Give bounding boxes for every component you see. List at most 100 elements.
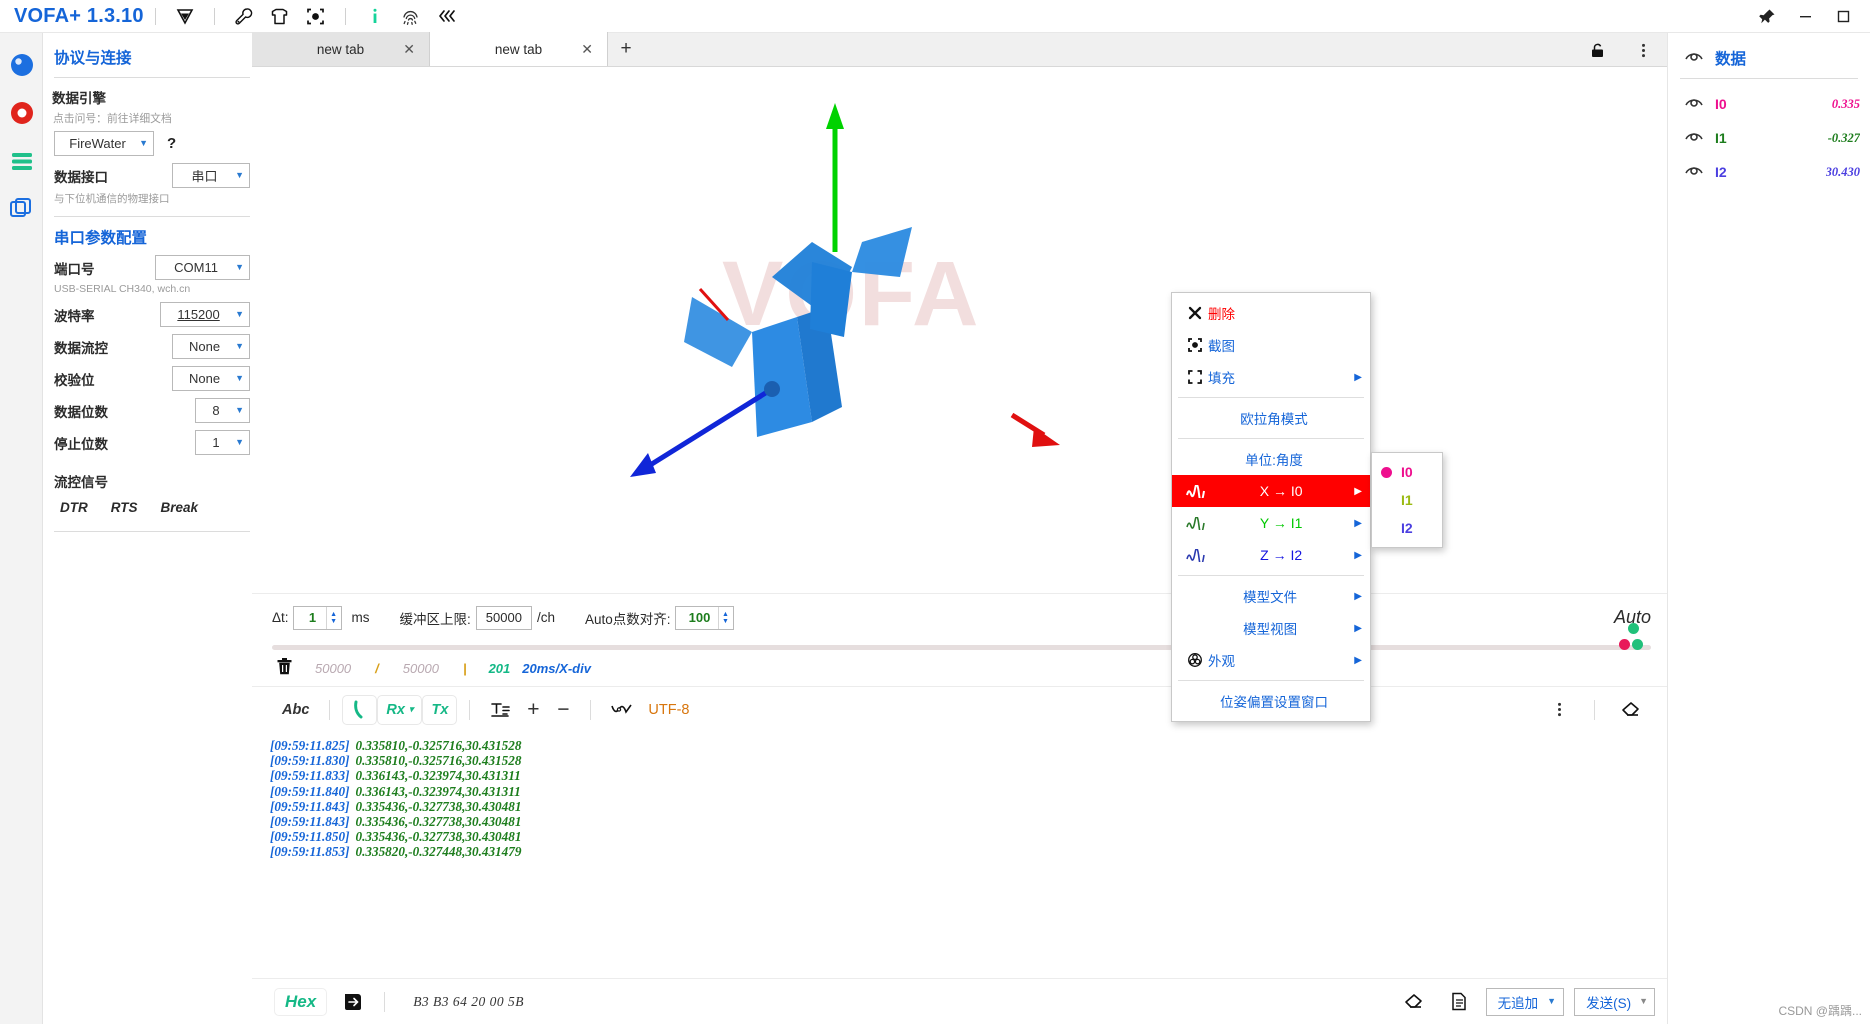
send-arrow-icon[interactable]: [335, 987, 372, 1017]
submenu-item-i0[interactable]: I0: [1372, 458, 1442, 486]
lock-open-icon[interactable]: [1584, 37, 1610, 63]
data-interface-select[interactable]: 串口 ▼: [172, 163, 250, 188]
collapse-left-icon[interactable]: [434, 3, 460, 29]
vofa-logo-icon[interactable]: [172, 3, 198, 29]
data-row-i1[interactable]: I1 -0.327: [1678, 121, 1860, 155]
3d-viewport[interactable]: VOFA: [252, 67, 1667, 593]
send-button[interactable]: 发送(S) ▼: [1574, 987, 1655, 1016]
abc-format-button[interactable]: Abc: [274, 695, 317, 725]
title-bar: VOFA+ 1.3.10: [0, 0, 1870, 33]
eraser-icon[interactable]: [1613, 695, 1649, 725]
menu-item-pose-offset-window[interactable]: 位姿偏置设置窗口: [1172, 685, 1370, 717]
close-icon[interactable]: ✕: [403, 41, 415, 58]
eye-icon[interactable]: [1684, 48, 1704, 68]
zoom-out-button[interactable]: −: [548, 695, 578, 725]
rx-button[interactable]: Rx ▾: [377, 694, 423, 725]
stopbits-select[interactable]: 1 ▼: [195, 430, 250, 455]
close-icon[interactable]: ✕: [581, 41, 593, 58]
buffer-slash: /: [375, 660, 379, 676]
eraser-icon[interactable]: [1396, 987, 1432, 1017]
break-button[interactable]: Break: [161, 500, 199, 515]
timeline-scrollbar[interactable]: [272, 623, 1651, 650]
zoom-in-button[interactable]: +: [518, 695, 548, 725]
flowcontrol-select[interactable]: None ▼: [172, 334, 250, 359]
eye-icon[interactable]: [1684, 128, 1704, 148]
data-engine-select[interactable]: FireWater ▼: [54, 131, 154, 156]
context-submenu[interactable]: I0 I1 I2: [1371, 452, 1443, 548]
eye-icon[interactable]: [1684, 94, 1704, 114]
channel-name: I2: [1715, 164, 1727, 180]
sidebar-item-record[interactable]: [0, 89, 43, 137]
more-vertical-icon[interactable]: [1630, 37, 1656, 63]
menu-item-z-mapping[interactable]: Z → I2 ▶: [1172, 539, 1370, 571]
wrench-icon[interactable]: [231, 3, 257, 29]
hex-mode-button[interactable]: Hex: [274, 987, 328, 1016]
port-select[interactable]: COM11 ▼: [155, 255, 250, 280]
eye-icon[interactable]: [1684, 162, 1704, 182]
sidebar-item-connection[interactable]: [0, 41, 43, 89]
stopbits-value: 1: [212, 435, 220, 450]
log-timestamp: [09:59:11.843]: [270, 813, 350, 829]
playback-dots[interactable]: [1611, 623, 1643, 653]
hex-data-input[interactable]: B3 B3 64 20 00 5B: [413, 994, 524, 1010]
maximize-icon[interactable]: [1824, 1, 1862, 31]
delta-t-stepper[interactable]: 1 ▲ ▼: [292, 605, 342, 630]
pin-icon[interactable]: [1748, 1, 1786, 31]
submenu-item-i1[interactable]: I1: [1372, 486, 1442, 514]
data-row-i2[interactable]: I2 30.430: [1678, 155, 1860, 189]
context-menu[interactable]: 删除 截图 填充 ▶ 欧拉角模式 单位:角度 X → I0 ▶ Y → I1 ▶…: [1171, 292, 1371, 722]
menu-item-screenshot[interactable]: 截图: [1172, 329, 1370, 361]
dtr-button[interactable]: DTR: [60, 500, 88, 515]
menu-item-y-mapping[interactable]: Y → I1 ▶: [1172, 507, 1370, 539]
menu-item-euler-mode[interactable]: 欧拉角模式: [1172, 402, 1370, 434]
databits-select[interactable]: 8 ▼: [195, 398, 250, 423]
buffer-total: 50000: [402, 660, 439, 676]
tx-button[interactable]: Tx: [422, 694, 458, 725]
menu-item-fill[interactable]: 填充 ▶: [1172, 361, 1370, 393]
tab-new-tab-2[interactable]: new tab ✕: [430, 32, 608, 66]
menu-item-model-view[interactable]: 模型视图 ▶: [1172, 612, 1370, 644]
menu-item-delete[interactable]: 删除: [1172, 297, 1370, 329]
icon-rail: [0, 33, 43, 1024]
divider: [1680, 78, 1858, 79]
text-format-icon[interactable]: [482, 695, 518, 725]
menu-item-unit-degree[interactable]: 单位:角度: [1172, 443, 1370, 475]
shirt-icon[interactable]: [267, 3, 293, 29]
sidebar-item-widgets[interactable]: [0, 137, 43, 185]
3d-model-render: [630, 103, 1060, 477]
divider: [1178, 575, 1364, 576]
play-dot-red-icon[interactable]: [1619, 639, 1630, 650]
play-dot-green2-icon[interactable]: [1632, 639, 1643, 650]
sidebar-item-layers[interactable]: [0, 185, 43, 233]
target-icon[interactable]: [303, 3, 329, 29]
fingerprint-icon[interactable]: [398, 3, 424, 29]
buffer-limit-input[interactable]: 50000: [475, 605, 532, 630]
tab-new-tab-1[interactable]: new tab ✕: [252, 32, 430, 66]
stepper-arrows-icon[interactable]: ▲ ▼: [325, 606, 341, 629]
data-row-i0[interactable]: I0 0.335: [1678, 87, 1860, 121]
play-dot-green-icon[interactable]: [1628, 623, 1639, 634]
submenu-item-i2[interactable]: I2: [1372, 514, 1442, 542]
document-icon[interactable]: [1442, 987, 1476, 1017]
menu-item-x-mapping[interactable]: X → I0 ▶: [1172, 475, 1370, 507]
encoding-button[interactable]: UTF-8: [640, 695, 697, 725]
log-line: [09:59:11.825] 0.335810,-0.325716,30.4315…: [270, 738, 1667, 753]
baudrate-select[interactable]: 115200 ▼: [160, 302, 250, 327]
more-vertical-icon[interactable]: [1543, 695, 1576, 725]
rts-button[interactable]: RTS: [111, 500, 138, 515]
terminal-log[interactable]: [09:59:11.825] 0.335810,-0.325716,30.4315…: [252, 732, 1667, 1000]
add-tab-button[interactable]: +: [608, 32, 644, 66]
help-question-button[interactable]: ?: [167, 135, 176, 152]
menu-item-label: X → I0: [1259, 483, 1303, 499]
trash-icon[interactable]: [276, 657, 293, 679]
stepper-arrows-icon[interactable]: ▲ ▼: [717, 606, 733, 629]
append-mode-select[interactable]: 无追加 ▼: [1485, 987, 1565, 1016]
minimize-icon[interactable]: [1786, 1, 1824, 31]
menu-item-model-file[interactable]: 模型文件 ▶: [1172, 580, 1370, 612]
wave-icon[interactable]: [603, 695, 640, 725]
menu-item-appearance[interactable]: 外观 ▶: [1172, 644, 1370, 676]
auto-align-stepper[interactable]: 100 ▲ ▼: [674, 605, 734, 630]
parity-select[interactable]: None ▼: [172, 366, 250, 391]
info-icon[interactable]: [362, 3, 388, 29]
phone-icon[interactable]: [342, 694, 378, 725]
